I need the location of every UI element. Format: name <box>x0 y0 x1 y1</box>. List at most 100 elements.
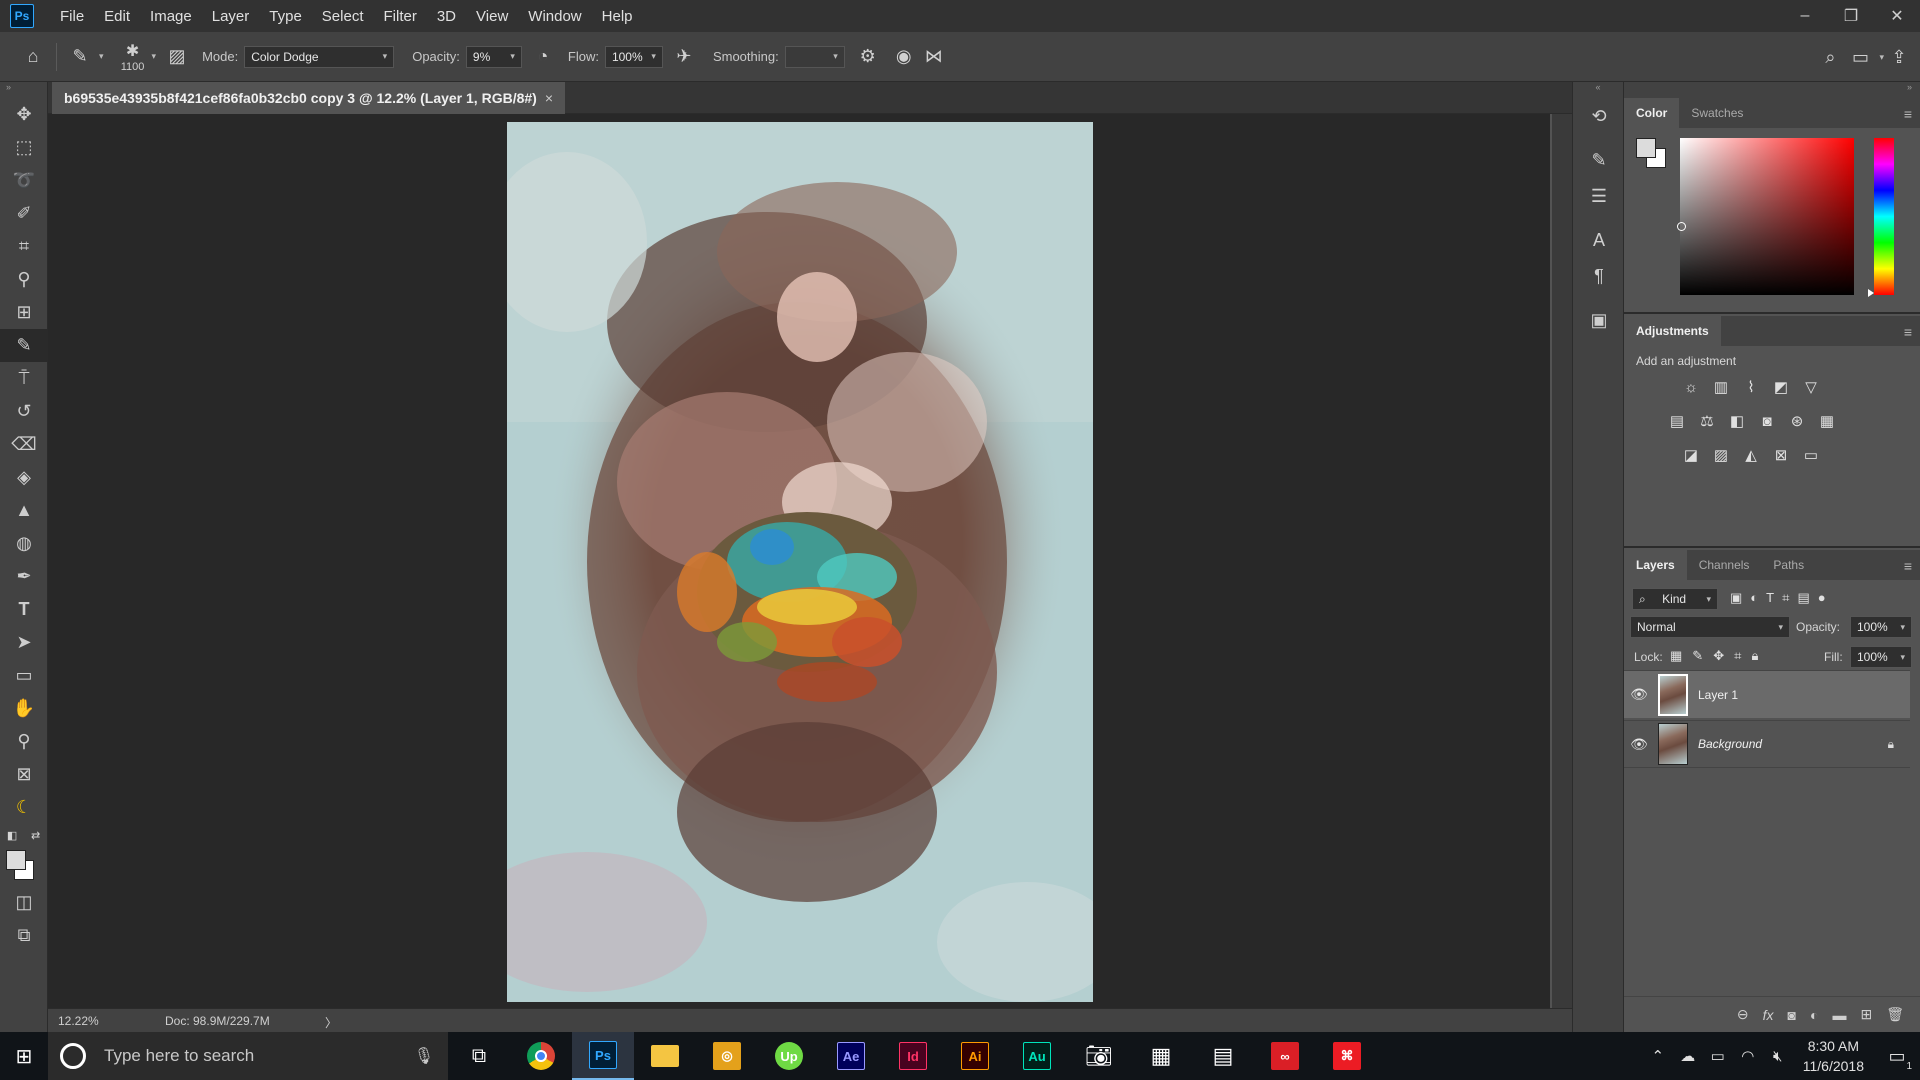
vertical-scrollbar[interactable] <box>1552 114 1572 1008</box>
black-white-icon[interactable]: ◧ <box>1726 410 1748 432</box>
lock-all-icon[interactable]: 🔒︎ <box>1751 648 1758 664</box>
brushes-icon[interactable]: ✎ <box>1573 142 1625 178</box>
windows-start-icon[interactable]: ⊞ <box>0 1032 48 1080</box>
panel-menu-icon[interactable]: ≡ <box>1904 106 1912 122</box>
chevron-down-icon[interactable]: ▾ <box>99 51 104 62</box>
lock-transparent-icon[interactable]: ▦ <box>1670 648 1682 664</box>
color-field[interactable] <box>1677 138 1854 295</box>
task-view-icon[interactable]: ⧉ <box>448 1032 510 1080</box>
layer-row[interactable]: 👁︎ Layer 1 <box>1624 670 1910 718</box>
rectangle-tool-icon[interactable]: ▭ <box>0 659 48 692</box>
panel-menu-icon[interactable]: ≡ <box>1904 558 1912 574</box>
banana-icon[interactable]: ☾ <box>0 791 48 824</box>
paint-bucket-tool-icon[interactable]: ◈ <box>0 461 48 494</box>
properties-icon[interactable]: ☰ <box>1573 178 1625 214</box>
levels-icon[interactable]: ▥ <box>1710 376 1732 398</box>
curves-icon[interactable]: ⌇ <box>1740 376 1762 398</box>
selective-color-icon[interactable]: ⊠ <box>1770 444 1792 466</box>
color-picker-handle[interactable] <box>1677 222 1686 231</box>
libraries-icon[interactable]: ▣ <box>1573 302 1625 338</box>
taskbar-app-audition[interactable]: Au <box>1006 1032 1068 1080</box>
type-filter-icon[interactable]: T <box>1766 590 1774 606</box>
foreground-color-swatch[interactable] <box>6 850 26 870</box>
brightness-contrast-icon[interactable]: ☼ <box>1680 376 1702 398</box>
taskbar-app-calendar[interactable]: ▦ <box>1130 1032 1192 1080</box>
menu-view[interactable]: View <box>466 8 518 25</box>
workspace-icon[interactable]: ▭ <box>1845 42 1875 72</box>
menu-image[interactable]: Image <box>140 8 202 25</box>
menu-file[interactable]: File <box>50 8 94 25</box>
taskbar-app-acrobat[interactable]: ⌘ <box>1316 1032 1378 1080</box>
blur-tool-icon[interactable]: ▲ <box>0 494 48 527</box>
gradient-map-icon[interactable]: ▭ <box>1800 444 1822 466</box>
menu-filter[interactable]: Filter <box>374 8 427 25</box>
opacity-field[interactable]: 9% ▾ <box>465 45 522 68</box>
minimize-button[interactable]: – <box>1782 0 1828 32</box>
chevron-down-icon[interactable]: ▾ <box>152 51 157 62</box>
move-tool-icon[interactable]: ✥ <box>0 98 48 131</box>
type-tool-icon[interactable]: T <box>0 593 48 626</box>
tab-swatches[interactable]: Swatches <box>1679 98 1755 128</box>
pressure-opacity-icon[interactable]: ◔ <box>528 42 558 72</box>
path-selection-tool-icon[interactable]: ➤ <box>0 626 48 659</box>
mode-dropdown[interactable]: Color Dodge ▾ <box>244 45 395 68</box>
menu-type[interactable]: Type <box>259 8 312 25</box>
document-canvas[interactable] <box>507 122 1093 1002</box>
collapse-icon[interactable]: » <box>0 82 47 98</box>
layer-opacity-field[interactable]: 100% ▾ <box>1850 616 1912 638</box>
onedrive-icon[interactable]: ☁ <box>1673 1047 1703 1065</box>
hand-tool-icon[interactable]: ✋ <box>0 692 48 725</box>
share-icon[interactable]: ⇪ <box>1884 42 1914 72</box>
zoom-level[interactable]: 12.22% <box>58 1014 99 1028</box>
menu-window[interactable]: Window <box>518 8 591 25</box>
collapse-icon[interactable]: « <box>1573 82 1623 98</box>
brush-size-picker[interactable]: ✱ 1100 <box>118 41 148 73</box>
search-icon[interactable]: ⌕ <box>1815 42 1845 72</box>
taskbar-app-file-explorer[interactable] <box>634 1032 696 1080</box>
clone-stamp-tool-icon[interactable]: ⍑ <box>0 362 48 395</box>
lasso-tool-icon[interactable]: ➰ <box>0 164 48 197</box>
taskbar-search[interactable]: Type here to search 🎙︎ <box>48 1032 448 1080</box>
symmetry-icon[interactable]: ⋈ <box>919 42 949 72</box>
foreground-color-swatch[interactable] <box>1636 138 1656 158</box>
tab-channels[interactable]: Channels <box>1687 550 1762 580</box>
lock-position-icon[interactable]: ✥ <box>1713 648 1724 664</box>
status-menu-arrow[interactable]: 〉 <box>325 1014 337 1031</box>
color-swatches[interactable] <box>0 846 47 886</box>
crop-tool-icon[interactable]: ⌗ <box>0 230 48 263</box>
paragraph-icon[interactable]: ¶ <box>1573 258 1625 294</box>
volume-muted-icon[interactable]: 🔇︎ <box>1763 1048 1793 1065</box>
shape-filter-icon[interactable]: ⌗ <box>1782 590 1789 606</box>
filter-toggle-icon[interactable]: ● <box>1818 590 1826 606</box>
close-window-button[interactable]: ✕ <box>1874 0 1920 32</box>
history-icon[interactable]: ⟲ <box>1573 98 1625 134</box>
pixel-filter-icon[interactable]: ▣ <box>1730 590 1742 606</box>
zoom-tool-icon[interactable]: ⚲ <box>0 725 48 758</box>
fx-icon[interactable]: fx <box>1763 1007 1774 1023</box>
vibrance-icon[interactable]: ▽ <box>1800 376 1822 398</box>
action-center-button[interactable]: ▭ 1 <box>1874 1032 1920 1080</box>
airbrush-icon[interactable]: ✈ <box>669 42 699 72</box>
menu-edit[interactable]: Edit <box>94 8 140 25</box>
smoothing-field[interactable]: ▾ <box>784 45 845 68</box>
quick-selection-tool-icon[interactable]: ✐ <box>0 197 48 230</box>
photo-filter-icon[interactable]: ◙ <box>1756 410 1778 432</box>
posterize-icon[interactable]: ▨ <box>1710 444 1732 466</box>
channel-mixer-icon[interactable]: ⊛ <box>1786 410 1808 432</box>
history-brush-tool-icon[interactable]: ↺ <box>0 395 48 428</box>
gear-icon[interactable]: ⚙ <box>853 42 883 72</box>
lock-artboard-icon[interactable]: ⌗ <box>1734 648 1741 664</box>
taskbar-app-after-effects[interactable]: Ae <box>820 1032 882 1080</box>
hue-saturation-icon[interactable]: ▤ <box>1666 410 1688 432</box>
pen-tool-icon[interactable]: ✒ <box>0 560 48 593</box>
add-mask-icon[interactable]: ◙ <box>1788 1007 1796 1023</box>
taskbar-app-chrome[interactable] <box>510 1032 572 1080</box>
clock[interactable]: 8:30 AM 11/6/2018 <box>1793 1036 1874 1076</box>
screen-mode-icon[interactable]: ⧉ <box>0 919 48 952</box>
collapse-icon[interactable]: » <box>1624 82 1920 98</box>
close-icon[interactable]: × <box>545 90 553 106</box>
eraser-tool-icon[interactable]: ⌫ <box>0 428 48 461</box>
artboard-tool-icon[interactable]: ⊠ <box>0 758 48 791</box>
threshold-icon[interactable]: ◭ <box>1740 444 1762 466</box>
tab-layers[interactable]: Layers <box>1624 550 1687 580</box>
